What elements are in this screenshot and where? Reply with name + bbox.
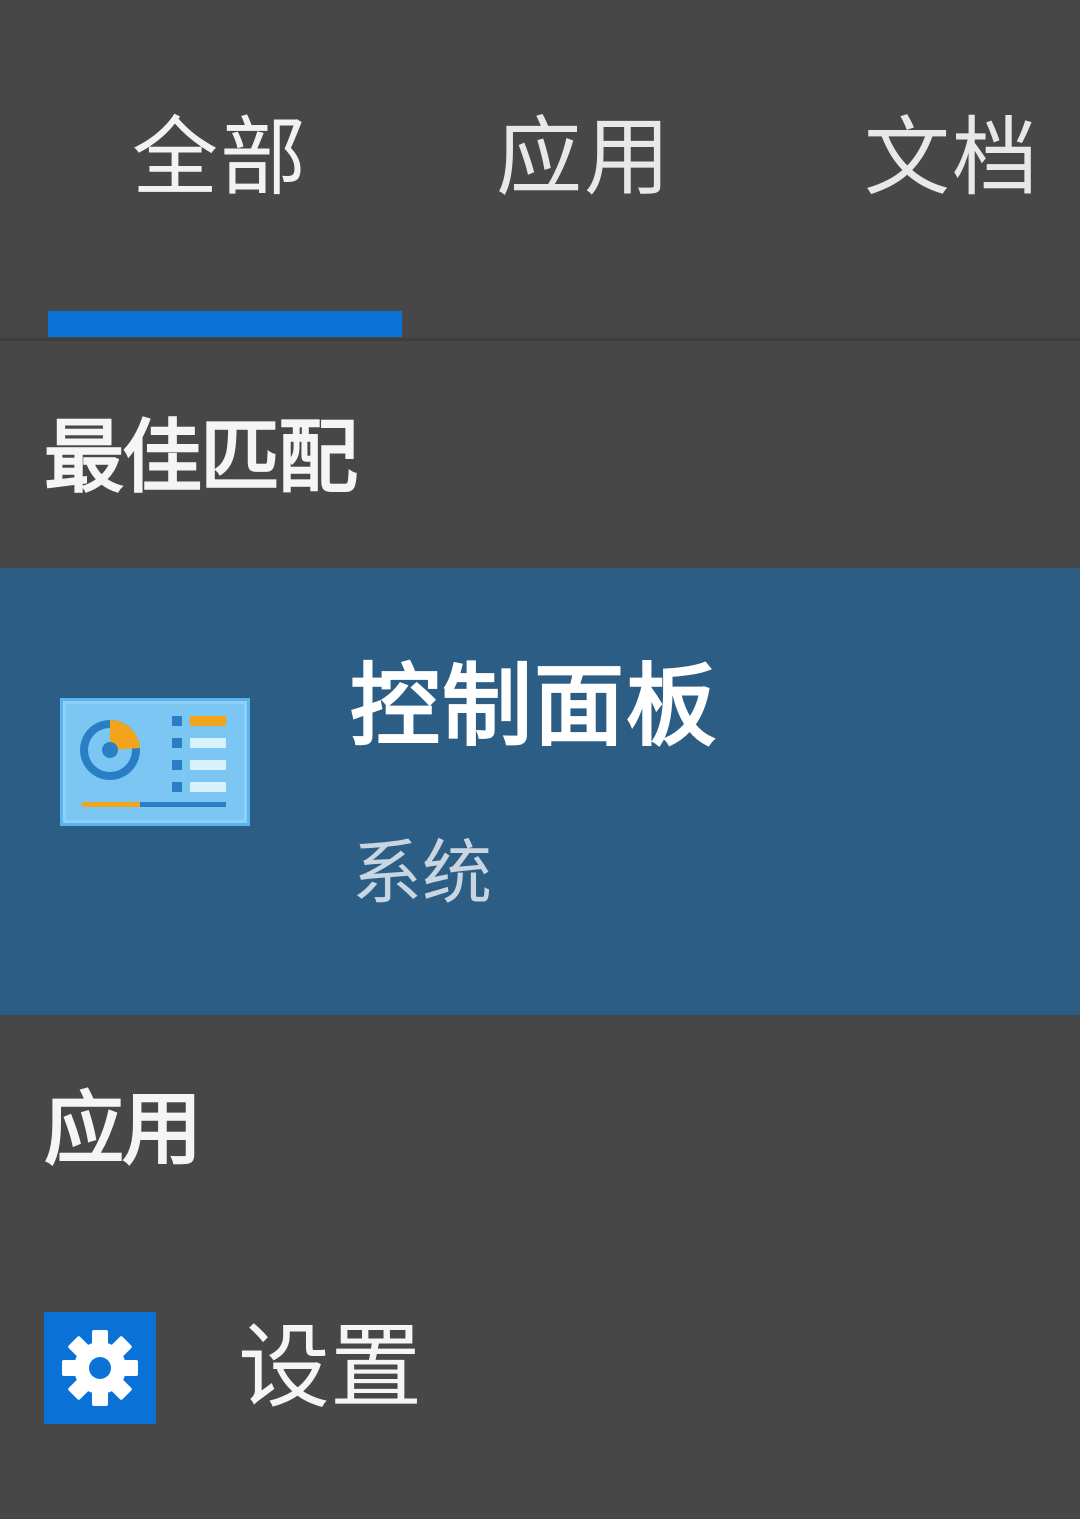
app-result-label: 设置 xyxy=(238,1314,423,1421)
tabs-divider xyxy=(0,338,1080,341)
tab-all[interactable]: 全部 xyxy=(132,108,308,208)
result-title: 控制面板 xyxy=(350,654,718,759)
result-subtitle: 系统 xyxy=(352,832,492,914)
control-panel-icon xyxy=(60,698,250,826)
search-results-panel: 全部 应用 文档 最佳匹配 控制面板 系统 应用 设置 xyxy=(0,0,1080,1519)
filter-tabs: 全部 应用 文档 xyxy=(0,0,1080,341)
apps-heading: 应用 xyxy=(44,1083,202,1176)
best-match-heading: 最佳匹配 xyxy=(44,411,358,504)
tab-apps[interactable]: 应用 xyxy=(496,108,672,208)
best-match-result-control-panel[interactable]: 控制面板 系统 xyxy=(0,568,1080,1015)
tab-documents[interactable]: 文档 xyxy=(864,108,1040,208)
active-tab-indicator xyxy=(48,311,402,337)
app-result-settings[interactable]: 设置 xyxy=(0,1290,1080,1450)
gear-icon xyxy=(44,1312,156,1424)
